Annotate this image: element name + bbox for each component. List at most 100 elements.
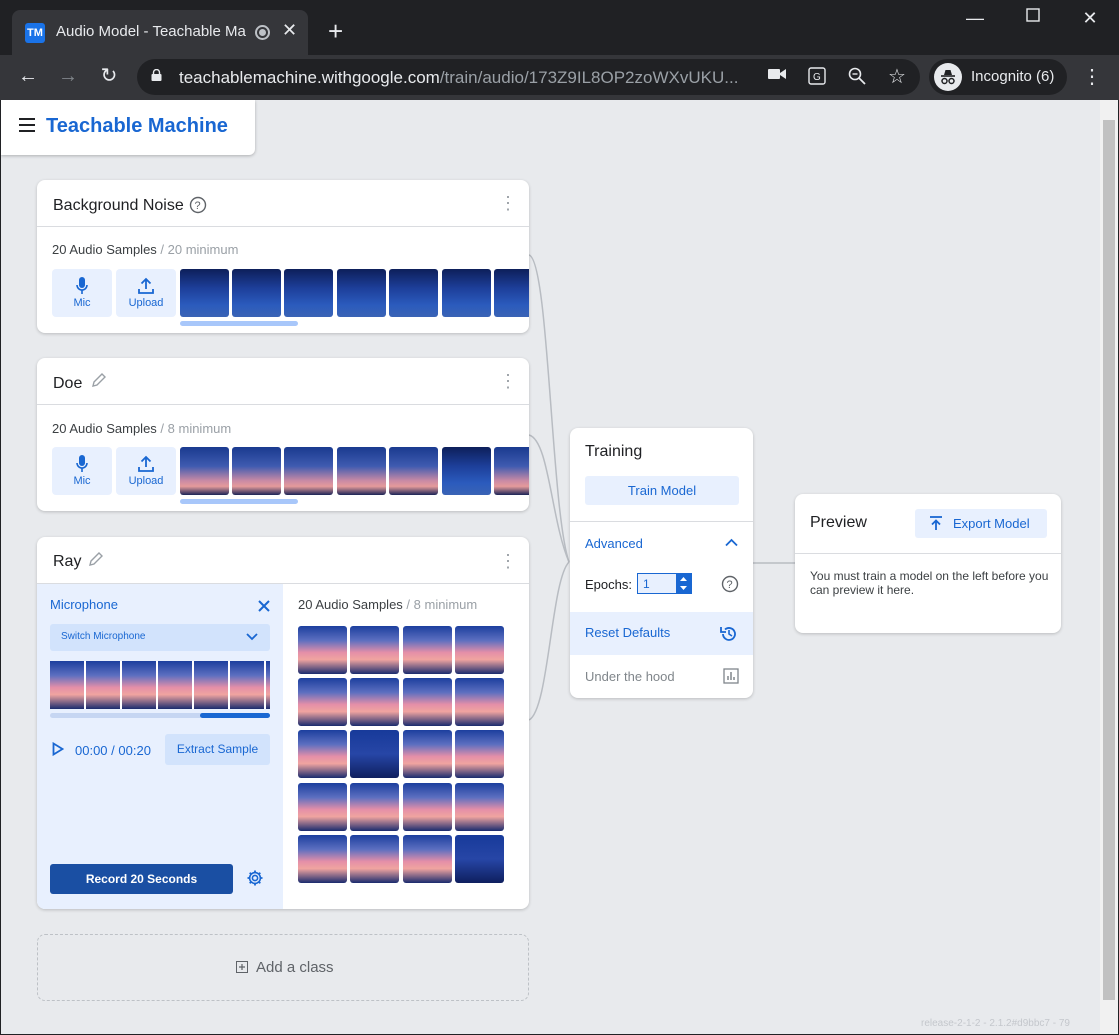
audio-sample-thumbnail[interactable] (403, 730, 452, 778)
audio-sample-thumbnail[interactable] (442, 269, 491, 317)
audio-sample-thumbnail[interactable] (389, 447, 438, 495)
audio-sample-thumbnail[interactable] (389, 269, 438, 317)
recording-progress-track (50, 713, 270, 718)
upload-button[interactable]: Upload (116, 269, 176, 317)
class-options-icon[interactable]: ⋮ (499, 372, 517, 390)
audio-sample-thumbnail[interactable] (350, 730, 399, 778)
minimize-window-icon[interactable]: — (960, 8, 990, 29)
browser-menu-icon[interactable]: ⋮ (1082, 64, 1102, 89)
class-card-background-noise: Background Noise ? ⋮ 20 Audio Samples / … (37, 180, 529, 333)
sample-minimum: / 20 minimum (160, 242, 239, 257)
audio-sample-thumbnail[interactable] (298, 678, 347, 726)
url-path: /train/audio/173Z9IL8OP2zoWXvUKU... (439, 68, 739, 87)
forward-icon[interactable]: → (55, 63, 81, 89)
upload-button[interactable]: Upload (116, 447, 176, 495)
class-options-icon[interactable]: ⋮ (499, 194, 517, 212)
switch-microphone-label: Switch Microphone (61, 631, 146, 642)
version-label: release-2-1-2 - 2.1.2#d9bbc7 - 79 (921, 1018, 1070, 1029)
mic-button[interactable]: Mic (52, 269, 112, 317)
sample-scrollbar[interactable] (180, 321, 298, 326)
audio-sample-thumbnail[interactable] (455, 835, 504, 883)
close-window-icon[interactable]: ✕ (1075, 8, 1105, 29)
audio-sample-thumbnail[interactable] (350, 626, 399, 674)
help-icon[interactable]: ? (721, 575, 739, 593)
page-scrollbar[interactable] (1100, 100, 1118, 1034)
reload-icon[interactable]: ↻ (96, 63, 122, 89)
camera-icon[interactable] (766, 67, 788, 86)
divider (795, 553, 1061, 554)
audio-sample-thumbnail[interactable] (284, 447, 333, 495)
maximize-window-icon[interactable] (1018, 6, 1048, 27)
add-class-button[interactable]: Add a class (37, 934, 529, 1001)
audio-sample-thumbnail[interactable] (455, 678, 504, 726)
edit-pencil-icon[interactable] (88, 551, 104, 567)
audio-sample-thumbnail[interactable] (403, 626, 452, 674)
sample-strip (180, 269, 529, 317)
spectrogram-dividers (50, 661, 270, 709)
app-title[interactable]: Teachable Machine (46, 115, 228, 138)
svg-text:G: G (813, 72, 821, 83)
epochs-input[interactable]: 1 (637, 573, 692, 594)
sample-scrollbar[interactable] (180, 499, 298, 504)
extract-sample-button[interactable]: Extract Sample (165, 734, 270, 765)
audio-sample-thumbnail[interactable] (455, 626, 504, 674)
chevron-up-icon[interactable] (725, 538, 738, 547)
record-button[interactable]: Record 20 Seconds (50, 864, 233, 894)
address-bar[interactable]: teachablemachine.withgoogle.com/train/au… (137, 59, 920, 95)
audio-sample-thumbnail[interactable] (442, 447, 491, 495)
audio-sample-thumbnail[interactable] (403, 835, 452, 883)
audio-sample-thumbnail[interactable] (494, 269, 529, 317)
microphone-panel: Microphone Switch Microphone 00:00 / 00:… (37, 584, 283, 909)
reset-defaults-row[interactable]: Reset Defaults (570, 612, 753, 655)
audio-sample-thumbnail[interactable] (455, 730, 504, 778)
audio-sample-thumbnail[interactable] (455, 783, 504, 831)
audio-sample-thumbnail[interactable] (298, 783, 347, 831)
tab-close-icon[interactable]: ✕ (282, 20, 297, 41)
class-options-icon[interactable]: ⋮ (499, 552, 517, 570)
help-icon[interactable]: ? (189, 196, 207, 214)
audio-sample-thumbnail[interactable] (337, 447, 386, 495)
mic-label: Mic (73, 475, 91, 487)
upload-icon (138, 455, 154, 472)
incognito-profile-button[interactable]: Incognito (6) (929, 59, 1067, 95)
edit-pencil-icon[interactable] (91, 372, 107, 388)
audio-sample-thumbnail[interactable] (298, 730, 347, 778)
settings-gear-icon[interactable] (246, 869, 264, 887)
close-recorder-icon[interactable] (257, 599, 271, 613)
scrollbar-thumb[interactable] (1103, 120, 1115, 1000)
audio-sample-thumbnail[interactable] (494, 447, 529, 495)
advanced-toggle[interactable]: Advanced (585, 536, 643, 551)
zoom-icon[interactable] (846, 67, 868, 90)
translate-icon[interactable]: G (806, 67, 828, 90)
upload-label: Upload (128, 475, 164, 487)
audio-sample-thumbnail[interactable] (403, 678, 452, 726)
train-model-button[interactable]: Train Model (585, 476, 739, 505)
audio-sample-thumbnail[interactable] (350, 783, 399, 831)
teachable-machine-favicon-icon: TM (25, 23, 45, 43)
export-model-button[interactable]: Export Model (915, 509, 1047, 538)
hamburger-menu-icon[interactable] (19, 118, 35, 132)
audio-sample-thumbnail[interactable] (350, 835, 399, 883)
new-tab-icon[interactable]: + (328, 18, 343, 44)
mic-button[interactable]: Mic (52, 447, 112, 495)
back-icon[interactable]: ← (15, 63, 41, 89)
audio-sample-thumbnail[interactable] (232, 447, 281, 495)
under-the-hood-link[interactable]: Under the hood (585, 669, 675, 684)
epochs-spinner[interactable] (676, 574, 691, 593)
audio-sample-thumbnail[interactable] (298, 835, 347, 883)
audio-sample-thumbnail[interactable] (232, 269, 281, 317)
audio-sample-thumbnail[interactable] (337, 269, 386, 317)
play-icon[interactable] (52, 742, 64, 756)
chart-icon[interactable] (723, 668, 739, 684)
audio-sample-thumbnail[interactable] (180, 269, 229, 317)
switch-microphone-select[interactable]: Switch Microphone (50, 624, 270, 651)
audio-sample-thumbnail[interactable] (298, 626, 347, 674)
upload-label: Upload (128, 297, 164, 309)
browser-tab[interactable]: TM Audio Model - Teachable Ma ✕ (12, 10, 308, 55)
audio-sample-thumbnail[interactable] (350, 678, 399, 726)
audio-sample-thumbnail[interactable] (284, 269, 333, 317)
bookmark-star-icon[interactable]: ☆ (886, 64, 908, 89)
audio-sample-thumbnail[interactable] (180, 447, 229, 495)
audio-sample-thumbnail[interactable] (403, 783, 452, 831)
tab-title: Audio Model - Teachable Ma (56, 23, 246, 40)
